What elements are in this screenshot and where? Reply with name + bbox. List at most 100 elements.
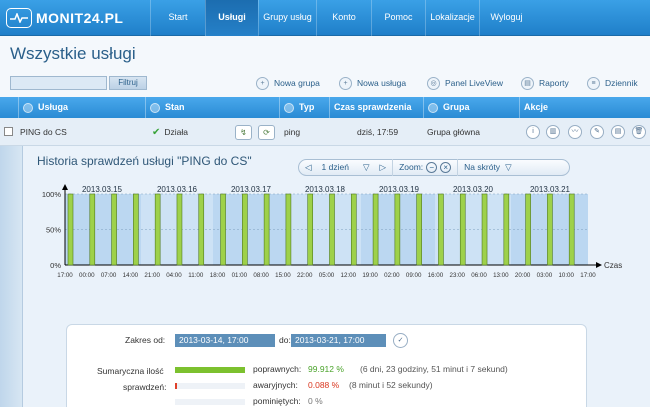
date-from-field[interactable]: 2013-03-14, 17:00 — [175, 334, 275, 347]
wrench-icon[interactable]: ✎ — [590, 125, 604, 139]
nav-item-4[interactable]: Konto — [316, 0, 371, 36]
new-group-button[interactable]: + Nowa grupa — [256, 75, 320, 91]
table-row[interactable]: PING do CS ✔ Działa ↯ ⟳ ping dziś, 17:59 … — [0, 118, 650, 146]
chart-controls: ◁ 1 dzień ▽ ▷ Zoom: − × Na skróty ▽ — [298, 159, 570, 176]
history-chart: 100% 50% 0% Czas 2013.03.15 2013.03.16 2013.03… — [42, 184, 622, 279]
service-name-link[interactable]: PING do CS — [20, 118, 67, 146]
chart-bar — [198, 193, 205, 266]
chart-bar — [263, 193, 270, 266]
group-cell: Grupa główna — [427, 127, 480, 137]
reports-label: Raporty — [539, 78, 569, 88]
x-tick-label: 17:00 — [580, 272, 596, 279]
nav-item-5[interactable]: Pomoc — [371, 0, 425, 36]
y-tick-label: 100% — [42, 190, 62, 199]
nav-item-3[interactable]: Grupy usług — [258, 0, 316, 36]
type-cell: ping — [284, 127, 301, 137]
chart-bar — [481, 193, 488, 266]
sort-icon — [23, 102, 33, 113]
x-tick-label: 01:00 — [232, 272, 248, 279]
x-tick-label: 12:00 — [341, 272, 357, 279]
check-time-cell: dziś, 17:59 — [357, 127, 399, 137]
summary-bar — [175, 399, 245, 405]
x-axis-arrow — [596, 262, 602, 268]
zoom-label: Zoom: — [399, 162, 424, 172]
summary-bar-fill — [175, 367, 245, 373]
app-logo[interactable]: MONIT24.PL — [6, 6, 123, 30]
liveview-icon: ◎ — [427, 76, 440, 90]
sort-icon — [150, 102, 160, 113]
ok-check-icon: ✔ — [152, 127, 161, 138]
day-label: 2013.03.18 — [305, 185, 346, 194]
x-tick-label: 14:00 — [123, 272, 139, 279]
apply-range-icon[interactable]: ✓ — [393, 333, 408, 348]
journal-label: Dziennik — [605, 78, 638, 88]
day-label: 2013.03.15 — [82, 185, 123, 194]
services-table-header: Usługa Stan Typ Czas sprawdzenia Grupa A… — [0, 97, 650, 118]
filter-button[interactable]: Filtruj — [109, 76, 147, 90]
nav-item-2[interactable]: Usługi — [205, 0, 258, 36]
trash-icon[interactable]: 🗑 — [632, 125, 646, 139]
zoom-controls: Zoom: − × — [393, 159, 459, 176]
list-icon[interactable]: ▤ — [611, 125, 625, 139]
chart-bar — [220, 193, 226, 266]
page-title: Wszystkie usługi — [10, 44, 136, 63]
sort-icon — [284, 102, 294, 113]
refresh-icon[interactable]: ⟳ — [258, 125, 275, 140]
chart-bar — [111, 193, 117, 266]
column-header-type[interactable]: Typ — [279, 97, 329, 118]
info-icon[interactable]: i — [526, 125, 540, 139]
column-header-group[interactable]: Grupa — [423, 97, 519, 118]
x-tick-label: 11:00 — [188, 272, 204, 279]
summary-bar-fill — [175, 383, 177, 389]
new-service-button[interactable]: + Nowa usługa — [339, 75, 406, 91]
add-group-icon: + — [256, 76, 269, 90]
chart-bar — [525, 193, 531, 266]
x-tick-label: 08:00 — [253, 272, 269, 279]
range-picker[interactable]: ◁ 1 dzień ▽ ▷ — [299, 159, 394, 176]
x-tick-label: 20:00 — [515, 272, 531, 279]
x-tick-label: 21:00 — [144, 272, 160, 279]
filter-input[interactable] — [10, 76, 107, 90]
x-tick-label: 22:00 — [297, 272, 313, 279]
journal-button[interactable]: ≡ Dziennik — [587, 75, 638, 91]
history-title: Historia sprawdzeń usługi "PING do CS" — [37, 154, 252, 168]
summary-bar — [175, 383, 245, 389]
chart-bar — [394, 193, 401, 266]
nav-item-1[interactable]: Start — [150, 0, 205, 36]
column-header-actions: Akcje — [519, 97, 650, 118]
summary-row-label: pominiętych: — [253, 396, 301, 406]
chart-bar — [89, 193, 96, 266]
date-to-field[interactable]: 2013-03-21, 17:00 — [291, 334, 386, 347]
column-header-status[interactable]: Stan — [145, 97, 279, 118]
total-label: Sumaryczna ilość — [97, 366, 164, 376]
x-tick-label: 18:00 — [210, 272, 226, 279]
chart-bar — [67, 193, 74, 266]
column-header-check-time[interactable]: Czas sprawdzenia — [329, 97, 423, 118]
row-checkbox[interactable] — [4, 127, 13, 136]
summary-bar — [175, 367, 245, 373]
zoom-reset-icon[interactable]: × — [440, 162, 452, 173]
zoom-out-icon[interactable]: − — [426, 162, 438, 173]
column-header-service[interactable]: Usługa — [18, 97, 145, 118]
shortcuts-dropdown[interactable]: Na skróty ▽ — [458, 159, 517, 176]
range-dropdown-icon[interactable]: ▽ — [363, 160, 370, 175]
next-range-icon[interactable]: ▷ — [380, 160, 387, 175]
status-cell: ✔ Działa — [152, 127, 189, 138]
bar-chart-icon[interactable]: ▥ — [546, 125, 560, 139]
reports-button[interactable]: ▤ Raporty — [521, 75, 569, 91]
x-axis-label: Czas — [604, 261, 622, 270]
x-tick-label: 09:00 — [406, 272, 422, 279]
chart-bar — [350, 193, 357, 266]
journal-icon: ≡ — [587, 76, 600, 90]
liveview-panel-button[interactable]: ◎ Panel LiveView — [427, 75, 503, 91]
add-service-icon: + — [339, 76, 352, 90]
summary-box: Zakres od: 2013-03-14, 17:00 do: 2013-03… — [66, 324, 587, 407]
nav-item-7[interactable]: Wyloguj — [479, 0, 533, 36]
day-label: 2013.03.21 — [530, 185, 571, 194]
run-check-icon[interactable]: ↯ — [235, 125, 252, 140]
sort-icon — [428, 102, 438, 113]
x-tick-label: 07:00 — [101, 272, 117, 279]
prev-range-icon[interactable]: ◁ — [305, 160, 312, 175]
nav-item-6[interactable]: Lokalizacje — [425, 0, 479, 36]
line-chart-icon[interactable]: 〰 — [568, 125, 582, 139]
